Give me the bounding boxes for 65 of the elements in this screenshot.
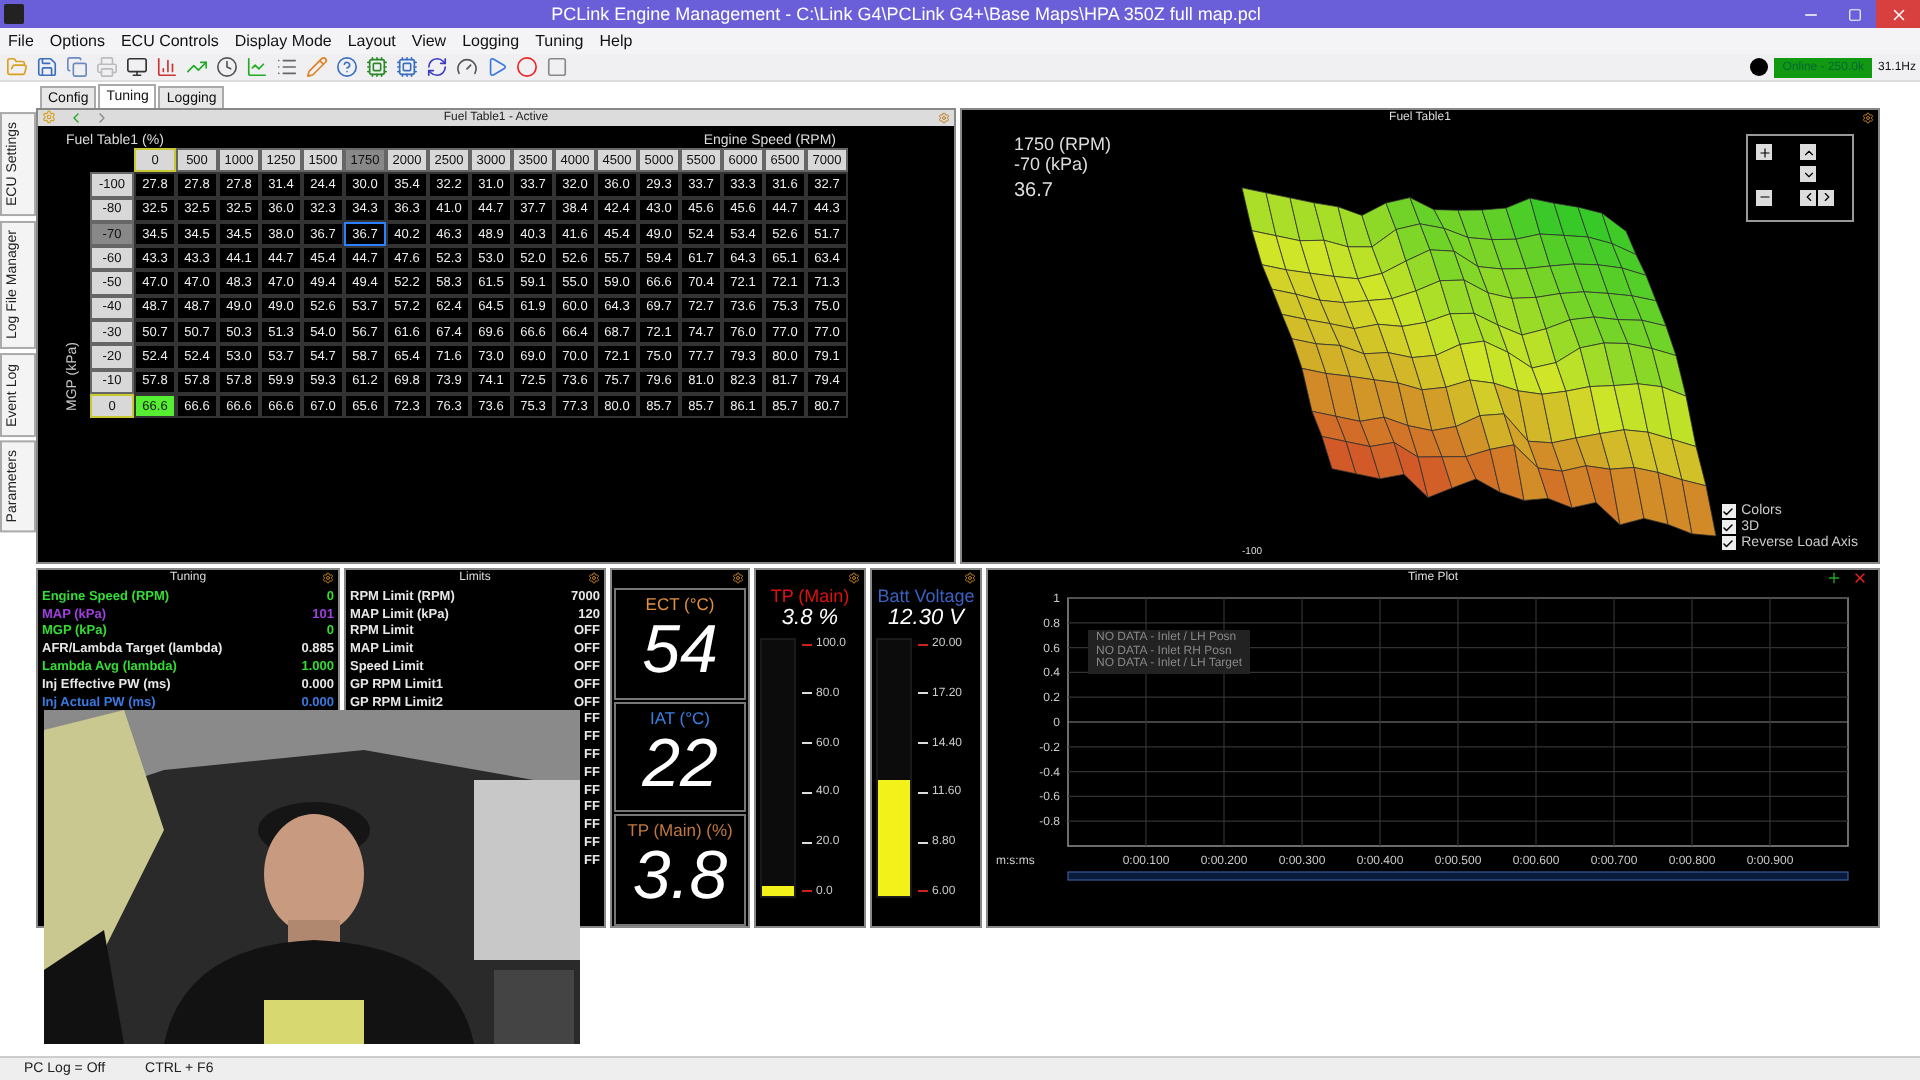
rpm-readout: 1750 (RPM) bbox=[1014, 134, 1112, 154]
menu-item[interactable]: Layout bbox=[347, 32, 396, 50]
rotate-right-button[interactable] bbox=[1818, 189, 1834, 206]
menu-item[interactable]: Logging bbox=[462, 32, 520, 50]
chevron-left-icon bbox=[1801, 190, 1815, 205]
gauge-icon[interactable] bbox=[456, 56, 478, 78]
gauge-reading: 12.30 V bbox=[888, 606, 964, 630]
close-icon bbox=[1889, 5, 1907, 23]
gauge-label: TP (Main) bbox=[770, 586, 850, 606]
gauge-label: Batt Voltage bbox=[877, 586, 975, 606]
menu-item[interactable]: Tuning bbox=[535, 32, 584, 50]
settings-icon[interactable] bbox=[964, 572, 976, 584]
zoom-in-button[interactable] bbox=[1756, 144, 1772, 160]
rotate-up-button[interactable] bbox=[1800, 144, 1816, 160]
stop-icon[interactable] bbox=[546, 56, 568, 78]
settings-icon[interactable] bbox=[848, 572, 860, 584]
rotate-down-button[interactable] bbox=[1800, 166, 1816, 183]
gauge-label: TP (Main) (%) bbox=[627, 820, 733, 841]
scrollbar[interactable] bbox=[1067, 871, 1849, 881]
rotate-left-button[interactable] bbox=[1800, 189, 1816, 206]
gauge-value: 3.8 bbox=[632, 840, 728, 913]
maximize-icon bbox=[1847, 7, 1861, 21]
menu-item[interactable]: Display Mode bbox=[234, 32, 332, 50]
chip-icon[interactable] bbox=[396, 56, 418, 78]
menu-item[interactable]: View bbox=[411, 32, 447, 50]
chevron-up-icon bbox=[1801, 145, 1815, 159]
play-icon[interactable] bbox=[486, 56, 508, 78]
help-icon[interactable] bbox=[336, 56, 358, 78]
trend-icon[interactable] bbox=[186, 56, 208, 78]
settings-icon[interactable] bbox=[1862, 112, 1874, 124]
chip-icon[interactable] bbox=[366, 56, 388, 78]
settings-icon[interactable] bbox=[322, 572, 334, 584]
gauge-label: ECT (°C) bbox=[645, 594, 715, 614]
monitor-icon[interactable] bbox=[126, 56, 148, 78]
copy-icon[interactable] bbox=[66, 56, 88, 78]
menu-item[interactable]: Help bbox=[599, 32, 633, 50]
clock-icon[interactable] bbox=[216, 56, 238, 78]
record-icon[interactable] bbox=[516, 56, 538, 78]
gauge-value: 54 bbox=[642, 614, 718, 686]
plus-icon bbox=[1757, 145, 1771, 159]
window-title: PCLink Engine Management - C:\Link G4\PCLink G4+\Base Maps\HPA 350Z full map.pcl bbox=[549, 4, 1263, 24]
settings-icon[interactable] bbox=[588, 572, 600, 584]
pencil-icon[interactable] bbox=[306, 56, 328, 78]
chevron-down-icon bbox=[1801, 167, 1815, 182]
app-logo bbox=[4, 4, 24, 24]
checkbox[interactable] bbox=[1721, 504, 1736, 518]
save-icon[interactable] bbox=[36, 56, 58, 78]
checkbox[interactable] bbox=[1721, 520, 1736, 534]
value-readout: 36.7 bbox=[1014, 180, 1055, 202]
menu-item[interactable]: Options bbox=[49, 32, 105, 50]
menu-item[interactable]: ECU Controls bbox=[120, 32, 219, 50]
gauge-label: IAT (°C) bbox=[650, 707, 710, 728]
chevron-right-icon bbox=[1819, 190, 1833, 205]
checkbox[interactable] bbox=[1721, 536, 1736, 550]
line-chart-icon[interactable] bbox=[246, 56, 268, 78]
load-readout: -70 (kPa) bbox=[1014, 154, 1091, 174]
zoom-out-button[interactable] bbox=[1756, 189, 1772, 206]
menu-item[interactable]: File bbox=[8, 32, 34, 50]
close-button[interactable] bbox=[1876, 0, 1920, 28]
connection-indicator bbox=[1750, 58, 1769, 76]
settings-icon[interactable] bbox=[732, 572, 744, 584]
gauge-value: 22 bbox=[642, 727, 718, 800]
bar-chart-icon[interactable] bbox=[156, 56, 178, 78]
gauge-reading: 3.8 % bbox=[781, 606, 839, 630]
refresh-icon[interactable] bbox=[426, 56, 448, 78]
